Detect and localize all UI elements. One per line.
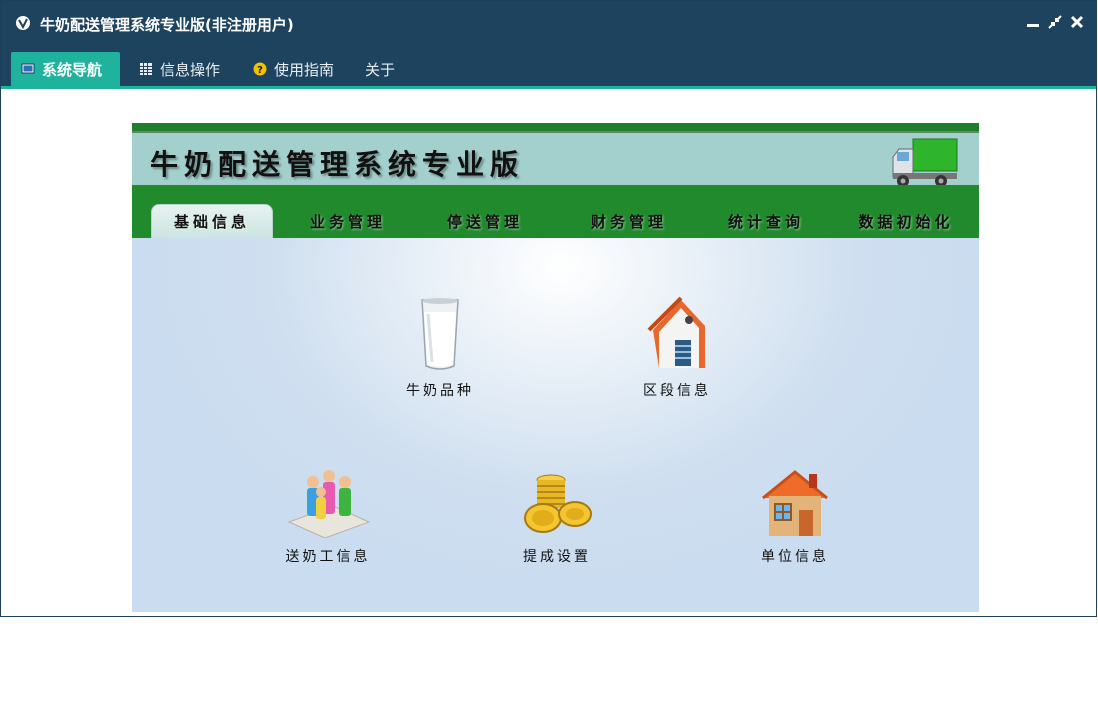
module-navbar: 基础信息 业务管理 停送管理 财务管理 统计查询 数据初始化 (132, 185, 979, 238)
building-icon (647, 296, 705, 368)
title-bar[interactable]: 牛奶配送管理系统专业版(非注册用户) (1, 1, 1096, 45)
tile-label: 区段信息 (643, 383, 711, 399)
svg-text:?: ? (257, 65, 263, 76)
nav-tab-finance[interactable]: 财务管理 (573, 204, 685, 238)
tile-section-info[interactable]: 区段信息 (617, 296, 737, 400)
panel-header: 牛奶配送管理系统专业版 (132, 133, 979, 187)
restore-button[interactable] (1048, 15, 1062, 29)
nav-tab-data-init[interactable]: 数据初始化 (840, 204, 972, 238)
nav-tab-basic-info[interactable]: 基础信息 (151, 204, 273, 238)
panel-title: 牛奶配送管理系统专业版 (150, 148, 525, 181)
gold-coins-icon (524, 474, 592, 533)
menu-bar: 系统导航 信息操作 ? 使用指南 关于 (1, 45, 1096, 89)
tab-system-navigation[interactable]: 系统导航 (11, 52, 120, 86)
nav-tab-statistics[interactable]: 统计查询 (710, 204, 822, 238)
close-button[interactable] (1070, 15, 1084, 29)
people-icon (287, 470, 371, 538)
house-icon (762, 470, 828, 536)
help-icon: ? (253, 62, 267, 76)
delivery-truck-icon (892, 138, 958, 187)
tile-milkman-info[interactable]: 送奶工信息 (268, 466, 388, 566)
tile-organization-info[interactable]: 单位信息 (735, 466, 855, 566)
grid-icon (140, 63, 152, 75)
milk-glass-icon (421, 298, 459, 370)
tile-milk-variety[interactable]: 牛奶品种 (380, 296, 500, 400)
tab-user-guide[interactable]: ? 使用指南 (243, 52, 344, 86)
navigation-panel: 牛奶配送管理系统专业版 基础信息 业务管理 停送管理 财务管理 统计查询 数据初… (132, 123, 979, 612)
tile-label: 送奶工信息 (285, 549, 371, 565)
tile-label: 提成设置 (523, 549, 591, 565)
tile-label: 牛奶品种 (406, 383, 474, 399)
app-window: 牛奶配送管理系统专业版(非注册用户) 系统导航 信息操作 ? 使用指南 关于 牛… (0, 0, 1097, 617)
tab-label: 使用指南 (274, 60, 335, 79)
window-controls (1026, 15, 1084, 29)
tab-label: 系统导航 (42, 60, 103, 79)
tile-commission-settings[interactable]: 提成设置 (497, 466, 617, 566)
shrink-icon (1048, 15, 1062, 29)
tab-info-operation[interactable]: 信息操作 (129, 52, 230, 86)
monitor-icon (21, 63, 35, 74)
tab-label: 关于 (365, 60, 396, 79)
minimize-icon (1027, 24, 1039, 27)
tab-label: 信息操作 (160, 60, 221, 79)
close-icon (1070, 15, 1084, 29)
panel-top-stripe (132, 123, 979, 133)
window-title: 牛奶配送管理系统专业版(非注册用户) (40, 16, 294, 34)
nav-tab-stop-delivery[interactable]: 停送管理 (429, 204, 541, 238)
nav-tab-business[interactable]: 业务管理 (292, 204, 404, 238)
module-content: 牛奶品种 区段信息 送奶工信息 提成设置 单位信息 (132, 238, 979, 612)
tile-label: 单位信息 (761, 549, 829, 565)
tab-about[interactable]: 关于 (355, 52, 405, 86)
minimize-button[interactable] (1026, 15, 1040, 29)
app-logo-icon (16, 16, 30, 30)
